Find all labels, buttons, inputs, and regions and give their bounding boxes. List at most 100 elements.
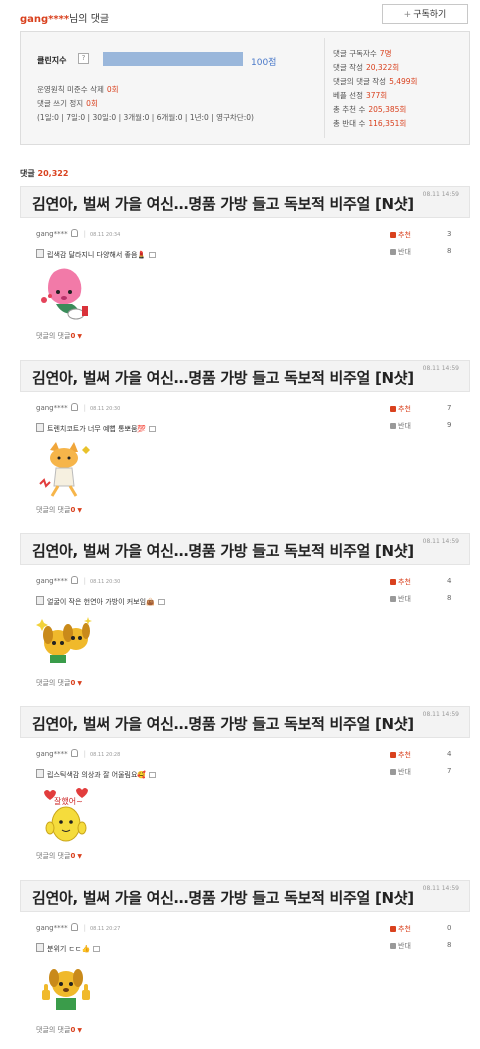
reply-toggle[interactable]: 댓글의 댓글0 ▼ <box>36 331 82 341</box>
article-title-bar[interactable]: 김연아, 벌써 가을 여신…명품 가방 들고 독보적 비주얼 [N샷] 08.1… <box>20 706 470 738</box>
help-icon[interactable]: ? <box>78 53 89 64</box>
like-count: 3 <box>447 230 452 238</box>
dislike-count: 8 <box>447 594 452 602</box>
policy-deletion-value: 0회 <box>106 85 119 94</box>
article-title-bar[interactable]: 김연아, 벌써 가을 여신…명품 가방 들고 독보적 비주얼 [N샷] 08.1… <box>20 186 470 218</box>
comment-author[interactable]: gang**** <box>36 750 68 758</box>
comment-text: 립스틱색감 의상과 잘 어울림요 <box>47 771 138 779</box>
written-label: 댓글 작성 <box>333 63 363 72</box>
like-button[interactable]: 추천 <box>390 577 411 587</box>
thumbs-down-icon <box>390 249 396 255</box>
user-heading-suffix: 님의 댓글 <box>69 14 110 25</box>
like-label: 추천 <box>398 405 411 413</box>
thumbs-up-icon <box>390 752 396 758</box>
like-button[interactable]: 추천 <box>390 230 411 240</box>
lock-icon <box>157 599 165 605</box>
comment-author[interactable]: gang**** <box>36 230 68 238</box>
comment-header: gang**** | 08.11 20:30 <box>36 403 120 412</box>
reply-count: 0 <box>70 852 76 860</box>
comment-ban-value: 0회 <box>86 99 98 108</box>
comment-body: 트렌치코트가 너무 예뻡 통뽀뭄💯 <box>36 423 157 434</box>
reply-toggle[interactable]: 댓글의 댓글0 ▼ <box>36 1025 82 1035</box>
comment-author[interactable]: gang**** <box>36 404 68 412</box>
article-title[interactable]: 김연아, 벌써 가을 여신…명품 가방 들고 독보적 비주얼 [N샷] <box>32 887 414 908</box>
clean-index-bar-fill <box>103 52 243 66</box>
lock-icon <box>149 426 157 432</box>
best-line: 베플 선정 377회 <box>333 90 387 101</box>
comment-time: 08.11 20:30 <box>89 579 121 585</box>
thumbs-up-icon <box>390 406 396 412</box>
comment-ban-detail: (1일:0 | 7일:0 | 30일:0 | 3개월:0 | 6개월:0 | 1… <box>37 113 254 122</box>
comment-header: gang**** | 08.11 20:28 <box>36 749 120 758</box>
like-count: 4 <box>447 750 452 758</box>
reply-toggle[interactable]: 댓글의 댓글0 ▼ <box>36 678 82 688</box>
subscribers-label: 댓글 구독자수 <box>333 49 377 58</box>
comment-header: gang**** | 08.11 20:34 <box>36 229 120 238</box>
document-icon <box>36 423 44 432</box>
dislike-button[interactable]: 반대 <box>390 941 411 951</box>
user-heading: gang****님의 댓글 <box>20 10 109 25</box>
dislike-button[interactable]: 반대 <box>390 594 411 604</box>
subscribe-button[interactable]: + 구독하기 <box>382 4 468 24</box>
separator: | <box>83 750 86 758</box>
person-icon <box>70 923 78 931</box>
article-title[interactable]: 김연아, 벌써 가을 여신…명품 가방 들고 독보적 비주얼 [N샷] <box>32 193 414 214</box>
like-button[interactable]: 추천 <box>390 924 411 934</box>
dislike-count: 7 <box>447 767 452 775</box>
like-button[interactable]: 추천 <box>390 404 411 414</box>
article-title-bar[interactable]: 김연아, 벌써 가을 여신…명품 가방 들고 독보적 비주얼 [N샷] 08.1… <box>20 880 470 912</box>
clean-index-score: 100점 <box>251 58 277 68</box>
comment-time: 08.11 20:34 <box>89 232 121 238</box>
caret-down-icon: ▼ <box>77 507 82 514</box>
comment-text: 얼굴이 작은 헌연아 가방이 커보임 <box>47 598 147 606</box>
thumbs-down-icon <box>390 943 396 949</box>
article-title-bar[interactable]: 김연아, 벌써 가을 여신…명품 가방 들고 독보적 비주얼 [N샷] 08.1… <box>20 533 470 565</box>
comment-emoji: 🥰 <box>137 771 147 779</box>
dislike-button[interactable]: 반대 <box>390 767 411 777</box>
thumbs-down-icon <box>390 769 396 775</box>
comment-text: 트렌치코트가 너무 예뻡 통뽀뭄 <box>47 425 138 433</box>
comment-header: gang**** | 08.11 20:30 <box>36 576 120 585</box>
separator: | <box>83 924 86 932</box>
like-button[interactable]: 추천 <box>390 750 411 760</box>
dislike-button[interactable]: 반대 <box>390 421 411 431</box>
total-likes-value: 205,385회 <box>368 105 407 114</box>
thumbs-down-icon <box>390 423 396 429</box>
reply-count: 0 <box>70 506 76 514</box>
like-count: 7 <box>447 404 452 412</box>
article-date: 08.11 14:59 <box>422 885 459 892</box>
lock-icon <box>93 946 101 952</box>
article-title[interactable]: 김연아, 벌써 가을 여신…명품 가방 들고 독보적 비주얼 [N샷] <box>32 367 414 388</box>
document-icon <box>36 769 44 778</box>
like-label: 추천 <box>398 231 411 239</box>
sticker-caption: 잘했어~ <box>54 796 83 806</box>
reply-toggle[interactable]: 댓글의 댓글0 ▼ <box>36 851 82 861</box>
thumbs-up-dog-sticker-icon <box>42 969 90 1010</box>
reply-toggle[interactable]: 댓글의 댓글0 ▼ <box>36 505 82 515</box>
thumbs-up-icon <box>390 926 396 932</box>
comment-author[interactable]: gang**** <box>36 577 68 585</box>
dislike-label: 반대 <box>398 768 411 776</box>
separator: | <box>83 404 86 412</box>
total-likes-line: 총 추천 수 205,385회 <box>333 104 406 115</box>
dislike-count: 9 <box>447 421 452 429</box>
comment-author[interactable]: gang**** <box>36 924 68 932</box>
user-nickname[interactable]: gang**** <box>20 14 69 25</box>
reply-written-line: 댓글의 댓글 작성 5,499회 <box>333 76 417 87</box>
reply-label: 댓글의 댓글 <box>36 332 71 340</box>
dancing-fox-sticker-icon <box>39 442 90 497</box>
comment-time: 08.11 20:28 <box>89 752 121 758</box>
dislike-button[interactable]: 반대 <box>390 247 411 257</box>
plus-icon: + <box>403 10 412 20</box>
clean-index-bar <box>103 52 243 66</box>
separator: | <box>83 230 86 238</box>
comment-ban-label: 댓글 쓰기 정지 <box>37 99 84 108</box>
dislike-label: 반대 <box>398 595 411 603</box>
like-count: 0 <box>447 924 452 932</box>
lock-icon <box>149 252 157 258</box>
comment-ban-line: 댓글 쓰기 정지 0회 <box>37 98 98 109</box>
article-title[interactable]: 김연아, 벌써 가을 여신…명품 가방 들고 독보적 비주얼 [N샷] <box>32 540 414 561</box>
reply-label: 댓글의 댓글 <box>36 852 71 860</box>
article-title-bar[interactable]: 김연아, 벌써 가을 여신…명품 가방 들고 독보적 비주얼 [N샷] 08.1… <box>20 360 470 392</box>
article-title[interactable]: 김연아, 벌써 가을 여신…명품 가방 들고 독보적 비주얼 [N샷] <box>32 713 414 734</box>
